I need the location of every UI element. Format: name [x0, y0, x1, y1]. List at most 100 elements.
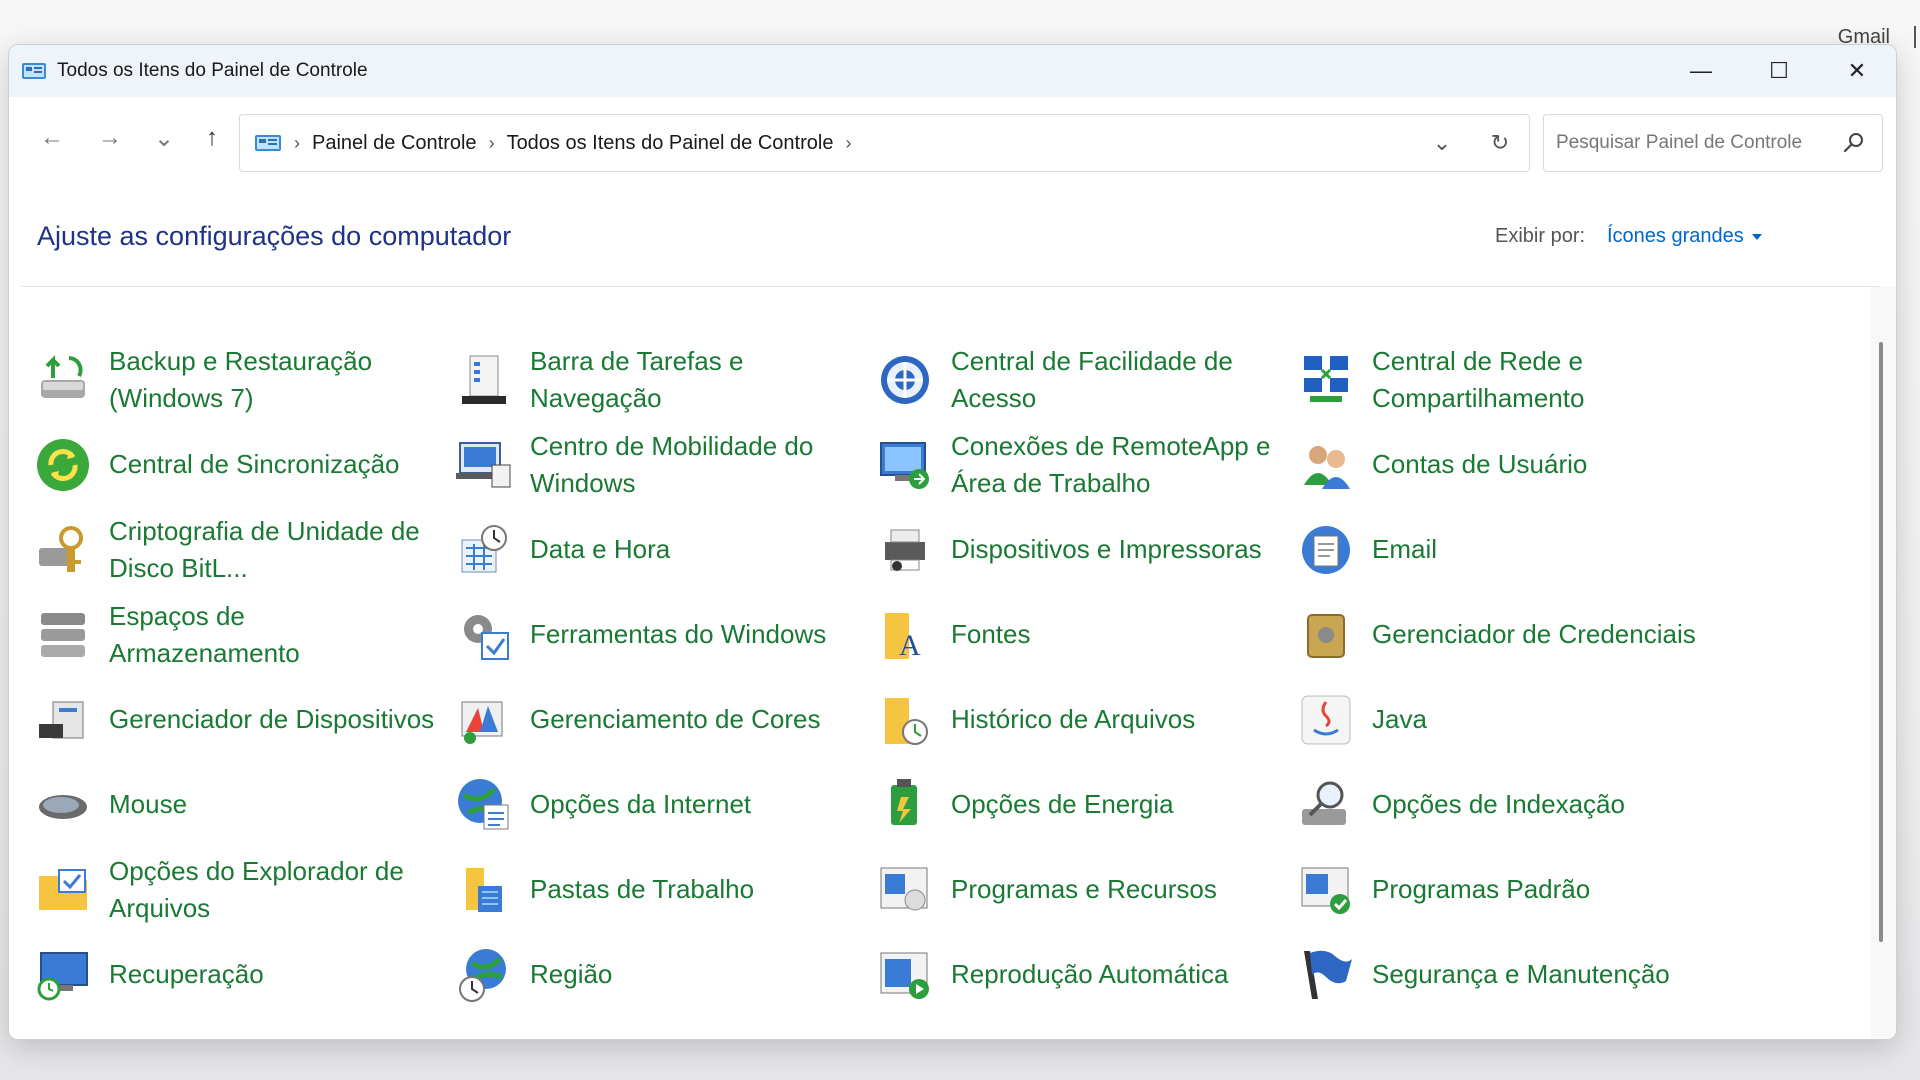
- credential-icon: [1307, 613, 1345, 658]
- default-programs-icon: [1301, 867, 1350, 914]
- item-power-options[interactable]: Opções de Energia: [875, 762, 1296, 847]
- item-label: Ferramentas do Windows: [530, 619, 827, 649]
- item-remoteapp[interactable]: Conexões de RemoteApp e Área de Trabalho: [875, 422, 1296, 507]
- item-sync-center[interactable]: Central de Sincronização: [33, 422, 454, 507]
- item-label: Gerenciamento de Cores: [530, 704, 821, 734]
- scrollbar-thumb[interactable]: [1879, 342, 1883, 942]
- address-dropdown-button[interactable]: ⌄: [1413, 115, 1471, 171]
- item-label: Java: [1372, 704, 1427, 734]
- breadcrumb-all-items[interactable]: Todos os Itens do Painel de Controle: [507, 132, 834, 155]
- item-label: Opções da Internet: [530, 789, 752, 819]
- title-bar[interactable]: Todos os Itens do Painel de Controle — ☐…: [9, 45, 1896, 97]
- item-label: Barra de Tarefas e Navegação: [530, 345, 744, 413]
- divider: [21, 286, 1881, 287]
- internet-icon: [458, 778, 509, 829]
- minimize-button[interactable]: —: [1662, 45, 1740, 97]
- file-history-icon: [885, 697, 928, 745]
- item-devices-printers[interactable]: Dispositivos e Impressoras: [875, 507, 1296, 592]
- item-label: Backup e Restauração (Windows 7): [109, 345, 373, 413]
- view-by-label: Exibir por:: [1495, 225, 1586, 247]
- backup-icon: [41, 354, 85, 398]
- item-default-programs[interactable]: Programas Padrão: [1296, 847, 1717, 932]
- item-label: Opções do Explorador de Arquivos: [109, 855, 404, 923]
- item-label: Programas Padrão: [1372, 874, 1591, 904]
- up-button[interactable]: ↑: [189, 115, 235, 161]
- item-user-accounts[interactable]: Contas de Usuário: [1296, 422, 1717, 507]
- item-color-management[interactable]: Gerenciamento de Cores: [454, 677, 875, 762]
- color-icon: [461, 701, 503, 744]
- java-icon: [1301, 695, 1351, 744]
- item-label: Reprodução Automática: [951, 959, 1229, 989]
- bitlocker-icon: [39, 525, 83, 572]
- item-device-manager[interactable]: Gerenciador de Dispositivos: [33, 677, 454, 762]
- navigation-bar: ← → ⌄ ↑ › Painel de Controle › Todos os …: [9, 97, 1896, 179]
- close-button[interactable]: ✕: [1818, 45, 1896, 97]
- item-label: Conexões de RemoteApp e Área de Trabalho: [951, 430, 1271, 498]
- region-icon: [459, 948, 506, 1002]
- view-by-dropdown[interactable]: Ícones grandes: [1607, 225, 1762, 248]
- device-manager-icon: [39, 701, 84, 738]
- item-backup[interactable]: Backup e Restauração (Windows 7): [33, 337, 454, 422]
- chevron-right-icon: ›: [294, 132, 300, 153]
- item-label: Opções de Energia: [951, 789, 1174, 819]
- datetime-icon: [461, 524, 507, 572]
- search-box[interactable]: [1543, 114, 1883, 172]
- item-autoplay[interactable]: Reprodução Automática: [875, 932, 1296, 1017]
- item-label: Central de Facilidade de Acesso: [951, 345, 1233, 413]
- back-button[interactable]: ←: [29, 115, 75, 161]
- item-security-maintenance[interactable]: Segurança e Manutenção: [1296, 932, 1717, 1017]
- item-file-explorer-options[interactable]: Opções do Explorador de Arquivos: [33, 847, 454, 932]
- address-bar[interactable]: › Painel de Controle › Todos os Itens do…: [239, 114, 1530, 172]
- item-label: Fontes: [951, 619, 1031, 649]
- item-label: Pastas de Trabalho: [530, 874, 755, 904]
- item-label: Gerenciador de Credenciais: [1372, 619, 1696, 649]
- item-storage-spaces[interactable]: Espaços de Armazenamento: [33, 592, 454, 677]
- item-programs-features[interactable]: Programas e Recursos: [875, 847, 1296, 932]
- item-fonts[interactable]: A Fontes: [875, 592, 1296, 677]
- item-taskbar[interactable]: Barra de Tarefas e Navegação: [454, 337, 875, 422]
- item-file-history[interactable]: Histórico de Arquivos: [875, 677, 1296, 762]
- search-input[interactable]: [1556, 132, 1826, 154]
- network-icon: [1304, 355, 1348, 402]
- item-windows-tools[interactable]: Ferramentas do Windows: [454, 592, 875, 677]
- chevron-right-icon[interactable]: ›: [845, 133, 851, 154]
- item-bitlocker[interactable]: Criptografia de Unidade de Disco BitL...: [33, 507, 454, 592]
- search-icon[interactable]: [1842, 131, 1866, 155]
- power-icon: [891, 778, 917, 825]
- forward-button[interactable]: →: [87, 115, 133, 161]
- recent-locations-button[interactable]: ⌄: [141, 115, 187, 161]
- item-network[interactable]: Central de Rede e Compartilhamento: [1296, 337, 1717, 422]
- main-content: Ajuste as configurações do computador Ex…: [9, 179, 1896, 1039]
- background-divider: [1914, 26, 1916, 48]
- storage-icon: [41, 612, 85, 657]
- item-mobility-center[interactable]: Centro de Mobilidade do Windows: [454, 422, 875, 507]
- item-ease-of-access[interactable]: Central de Facilidade de Acesso: [875, 337, 1296, 422]
- tools-icon: [464, 614, 509, 660]
- item-date-time[interactable]: Data e Hora: [454, 507, 875, 592]
- item-credential-manager[interactable]: Gerenciador de Credenciais: [1296, 592, 1717, 677]
- security-flag-icon: [1304, 950, 1352, 999]
- refresh-button[interactable]: ↻: [1471, 115, 1529, 171]
- sync-icon: [37, 438, 89, 491]
- folder-options-icon: [39, 868, 87, 910]
- vertical-scrollbar[interactable]: [1877, 342, 1887, 962]
- page-title: Ajuste as configurações do computador: [37, 221, 512, 251]
- item-region[interactable]: Região: [454, 932, 875, 1017]
- control-panel-items: Backup e Restauração (Windows 7) Barra d…: [33, 337, 1713, 1017]
- item-java[interactable]: Java: [1296, 677, 1717, 762]
- item-internet-options[interactable]: Opções da Internet: [454, 762, 875, 847]
- item-email[interactable]: Email: [1296, 507, 1717, 592]
- window-title: Todos os Itens do Painel de Controle: [57, 60, 368, 81]
- item-work-folders[interactable]: Pastas de Trabalho: [454, 847, 875, 932]
- email-icon: [1302, 525, 1350, 574]
- breadcrumb-control-panel[interactable]: Painel de Controle: [312, 132, 477, 155]
- recovery-icon: [37, 951, 88, 1000]
- item-label: Centro de Mobilidade do Windows: [530, 430, 814, 498]
- item-recovery[interactable]: Recuperação: [33, 932, 454, 1017]
- item-mouse[interactable]: Mouse: [33, 762, 454, 847]
- item-indexing-options[interactable]: Opções de Indexação: [1296, 762, 1717, 847]
- item-label: Recuperação: [109, 959, 264, 989]
- chevron-right-icon[interactable]: ›: [489, 133, 495, 154]
- control-panel-icon: [22, 63, 46, 79]
- maximize-button[interactable]: ☐: [1740, 45, 1818, 97]
